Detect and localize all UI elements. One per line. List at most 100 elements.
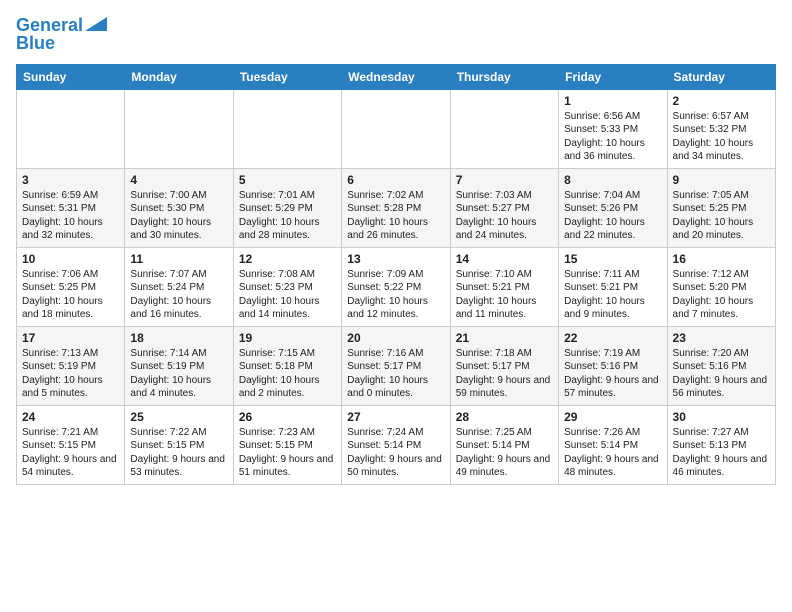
weekday-sunday: Sunday xyxy=(17,64,125,89)
cell-content: Sunrise: 7:08 AM Sunset: 5:23 PM Dayligh… xyxy=(239,268,336,322)
day-number: 9 xyxy=(673,173,770,187)
weekday-monday: Monday xyxy=(125,64,233,89)
calendar-cell: 3 Sunrise: 6:59 AM Sunset: 5:31 PM Daylig… xyxy=(17,168,125,247)
calendar-cell xyxy=(342,89,450,168)
calendar-cell: 7Sunrise: 7:03 AM Sunset: 5:27 PM Daylig… xyxy=(450,168,558,247)
day-number: 28 xyxy=(456,410,553,424)
calendar-cell: 11Sunrise: 7:07 AM Sunset: 5:24 PM Dayli… xyxy=(125,247,233,326)
cell-content: Sunrise: 7:00 AM Sunset: 5:30 PM Dayligh… xyxy=(130,189,227,243)
calendar-cell: 24Sunrise: 7:21 AM Sunset: 5:15 PM Dayli… xyxy=(17,405,125,484)
calendar-cell: 15 Sunrise: 7:11 AM Sunset: 5:21 PM Dayli… xyxy=(559,247,667,326)
cell-content: Sunrise: 7:09 AM Sunset: 5:22 PM Dayligh… xyxy=(347,268,444,322)
cell-content: Sunrise: 7:24 AM Sunset: 5:14 PM Dayligh… xyxy=(347,426,444,480)
logo-general: General xyxy=(16,15,83,35)
day-number: 27 xyxy=(347,410,444,424)
cell-content: Sunrise: 7:20 AM Sunset: 5:16 PM Dayligh… xyxy=(673,347,770,401)
calendar-cell: 20Sunrise: 7:16 AM Sunset: 5:17 PM Dayli… xyxy=(342,326,450,405)
weekday-header-row: SundayMondayTuesdayWednesdayThursdayFrid… xyxy=(17,64,776,89)
day-number: 7 xyxy=(456,173,553,187)
day-number: 3 xyxy=(22,173,119,187)
header: General Blue xyxy=(16,16,776,54)
calendar-row-2: 10Sunrise: 7:06 AM Sunset: 5:25 PM Dayli… xyxy=(17,247,776,326)
calendar-cell: 27 Sunrise: 7:24 AM Sunset: 5:14 PM Dayli… xyxy=(342,405,450,484)
calendar-cell: 14 Sunrise: 7:10 AM Sunset: 5:21 PM Dayli… xyxy=(450,247,558,326)
day-number: 26 xyxy=(239,410,336,424)
day-number: 6 xyxy=(347,173,444,187)
day-number: 16 xyxy=(673,252,770,266)
calendar-cell: 25 Sunrise: 7:22 AM Sunset: 5:15 PM Dayli… xyxy=(125,405,233,484)
calendar-cell: 12 Sunrise: 7:08 AM Sunset: 5:23 PM Dayli… xyxy=(233,247,341,326)
cell-content: Sunrise: 7:01 AM Sunset: 5:29 PM Dayligh… xyxy=(239,189,336,243)
day-number: 15 xyxy=(564,252,661,266)
day-number: 18 xyxy=(130,331,227,345)
calendar-cell: 16 Sunrise: 7:12 AM Sunset: 5:20 PM Dayli… xyxy=(667,247,775,326)
day-number: 25 xyxy=(130,410,227,424)
day-number: 29 xyxy=(564,410,661,424)
calendar-row-0: 1 Sunrise: 6:56 AM Sunset: 5:33 PM Daylig… xyxy=(17,89,776,168)
calendar-cell xyxy=(125,89,233,168)
calendar-cell: 6 Sunrise: 7:02 AM Sunset: 5:28 PM Daylig… xyxy=(342,168,450,247)
day-number: 11 xyxy=(130,252,227,266)
logo-blue: Blue xyxy=(16,34,55,54)
calendar-cell xyxy=(233,89,341,168)
cell-content: Sunrise: 7:10 AM Sunset: 5:21 PM Dayligh… xyxy=(456,268,553,322)
day-number: 12 xyxy=(239,252,336,266)
weekday-wednesday: Wednesday xyxy=(342,64,450,89)
day-number: 22 xyxy=(564,331,661,345)
day-number: 8 xyxy=(564,173,661,187)
logo-icon xyxy=(85,17,107,31)
cell-content: Sunrise: 6:56 AM Sunset: 5:33 PM Dayligh… xyxy=(564,110,661,164)
cell-content: Sunrise: 7:22 AM Sunset: 5:15 PM Dayligh… xyxy=(130,426,227,480)
day-number: 21 xyxy=(456,331,553,345)
calendar-cell: 18Sunrise: 7:14 AM Sunset: 5:19 PM Dayli… xyxy=(125,326,233,405)
cell-content: Sunrise: 7:06 AM Sunset: 5:25 PM Dayligh… xyxy=(22,268,119,322)
cell-content: Sunrise: 7:13 AM Sunset: 5:19 PM Dayligh… xyxy=(22,347,119,401)
cell-content: Sunrise: 7:19 AM Sunset: 5:16 PM Dayligh… xyxy=(564,347,661,401)
calendar-cell: 23Sunrise: 7:20 AM Sunset: 5:16 PM Dayli… xyxy=(667,326,775,405)
cell-content: Sunrise: 7:18 AM Sunset: 5:17 PM Dayligh… xyxy=(456,347,553,401)
day-number: 20 xyxy=(347,331,444,345)
cell-content: Sunrise: 7:25 AM Sunset: 5:14 PM Dayligh… xyxy=(456,426,553,480)
weekday-thursday: Thursday xyxy=(450,64,558,89)
calendar-cell: 29 Sunrise: 7:26 AM Sunset: 5:14 PM Dayli… xyxy=(559,405,667,484)
day-number: 14 xyxy=(456,252,553,266)
calendar: SundayMondayTuesdayWednesdayThursdayFrid… xyxy=(16,64,776,485)
calendar-cell: 8Sunrise: 7:04 AM Sunset: 5:26 PM Daylig… xyxy=(559,168,667,247)
cell-content: Sunrise: 7:12 AM Sunset: 5:20 PM Dayligh… xyxy=(673,268,770,322)
calendar-cell: 17 Sunrise: 7:13 AM Sunset: 5:19 PM Dayli… xyxy=(17,326,125,405)
day-number: 13 xyxy=(347,252,444,266)
day-number: 30 xyxy=(673,410,770,424)
cell-content: Sunrise: 6:59 AM Sunset: 5:31 PM Dayligh… xyxy=(22,189,119,243)
calendar-cell xyxy=(450,89,558,168)
weekday-saturday: Saturday xyxy=(667,64,775,89)
calendar-cell: 30Sunrise: 7:27 AM Sunset: 5:13 PM Dayli… xyxy=(667,405,775,484)
cell-content: Sunrise: 7:15 AM Sunset: 5:18 PM Dayligh… xyxy=(239,347,336,401)
calendar-cell xyxy=(17,89,125,168)
day-number: 1 xyxy=(564,94,661,108)
calendar-row-4: 24Sunrise: 7:21 AM Sunset: 5:15 PM Dayli… xyxy=(17,405,776,484)
day-number: 2 xyxy=(673,94,770,108)
calendar-row-3: 17 Sunrise: 7:13 AM Sunset: 5:19 PM Dayli… xyxy=(17,326,776,405)
calendar-cell: 9 Sunrise: 7:05 AM Sunset: 5:25 PM Daylig… xyxy=(667,168,775,247)
calendar-cell: 5 Sunrise: 7:01 AM Sunset: 5:29 PM Daylig… xyxy=(233,168,341,247)
cell-content: Sunrise: 7:11 AM Sunset: 5:21 PM Dayligh… xyxy=(564,268,661,322)
calendar-row-1: 3 Sunrise: 6:59 AM Sunset: 5:31 PM Daylig… xyxy=(17,168,776,247)
calendar-cell: 13 Sunrise: 7:09 AM Sunset: 5:22 PM Dayli… xyxy=(342,247,450,326)
calendar-cell: 4 Sunrise: 7:00 AM Sunset: 5:30 PM Daylig… xyxy=(125,168,233,247)
weekday-tuesday: Tuesday xyxy=(233,64,341,89)
cell-content: Sunrise: 6:57 AM Sunset: 5:32 PM Dayligh… xyxy=(673,110,770,164)
calendar-cell: 1 Sunrise: 6:56 AM Sunset: 5:33 PM Daylig… xyxy=(559,89,667,168)
day-number: 17 xyxy=(22,331,119,345)
calendar-cell: 2 Sunrise: 6:57 AM Sunset: 5:32 PM Daylig… xyxy=(667,89,775,168)
day-number: 19 xyxy=(239,331,336,345)
calendar-cell: 10Sunrise: 7:06 AM Sunset: 5:25 PM Dayli… xyxy=(17,247,125,326)
cell-content: Sunrise: 7:23 AM Sunset: 5:15 PM Dayligh… xyxy=(239,426,336,480)
cell-content: Sunrise: 7:05 AM Sunset: 5:25 PM Dayligh… xyxy=(673,189,770,243)
calendar-cell: 26 Sunrise: 7:23 AM Sunset: 5:15 PM Dayli… xyxy=(233,405,341,484)
cell-content: Sunrise: 7:26 AM Sunset: 5:14 PM Dayligh… xyxy=(564,426,661,480)
cell-content: Sunrise: 7:02 AM Sunset: 5:28 PM Dayligh… xyxy=(347,189,444,243)
day-number: 5 xyxy=(239,173,336,187)
calendar-cell: 21 Sunrise: 7:18 AM Sunset: 5:17 PM Dayli… xyxy=(450,326,558,405)
day-number: 4 xyxy=(130,173,227,187)
calendar-cell: 19 Sunrise: 7:15 AM Sunset: 5:18 PM Dayli… xyxy=(233,326,341,405)
